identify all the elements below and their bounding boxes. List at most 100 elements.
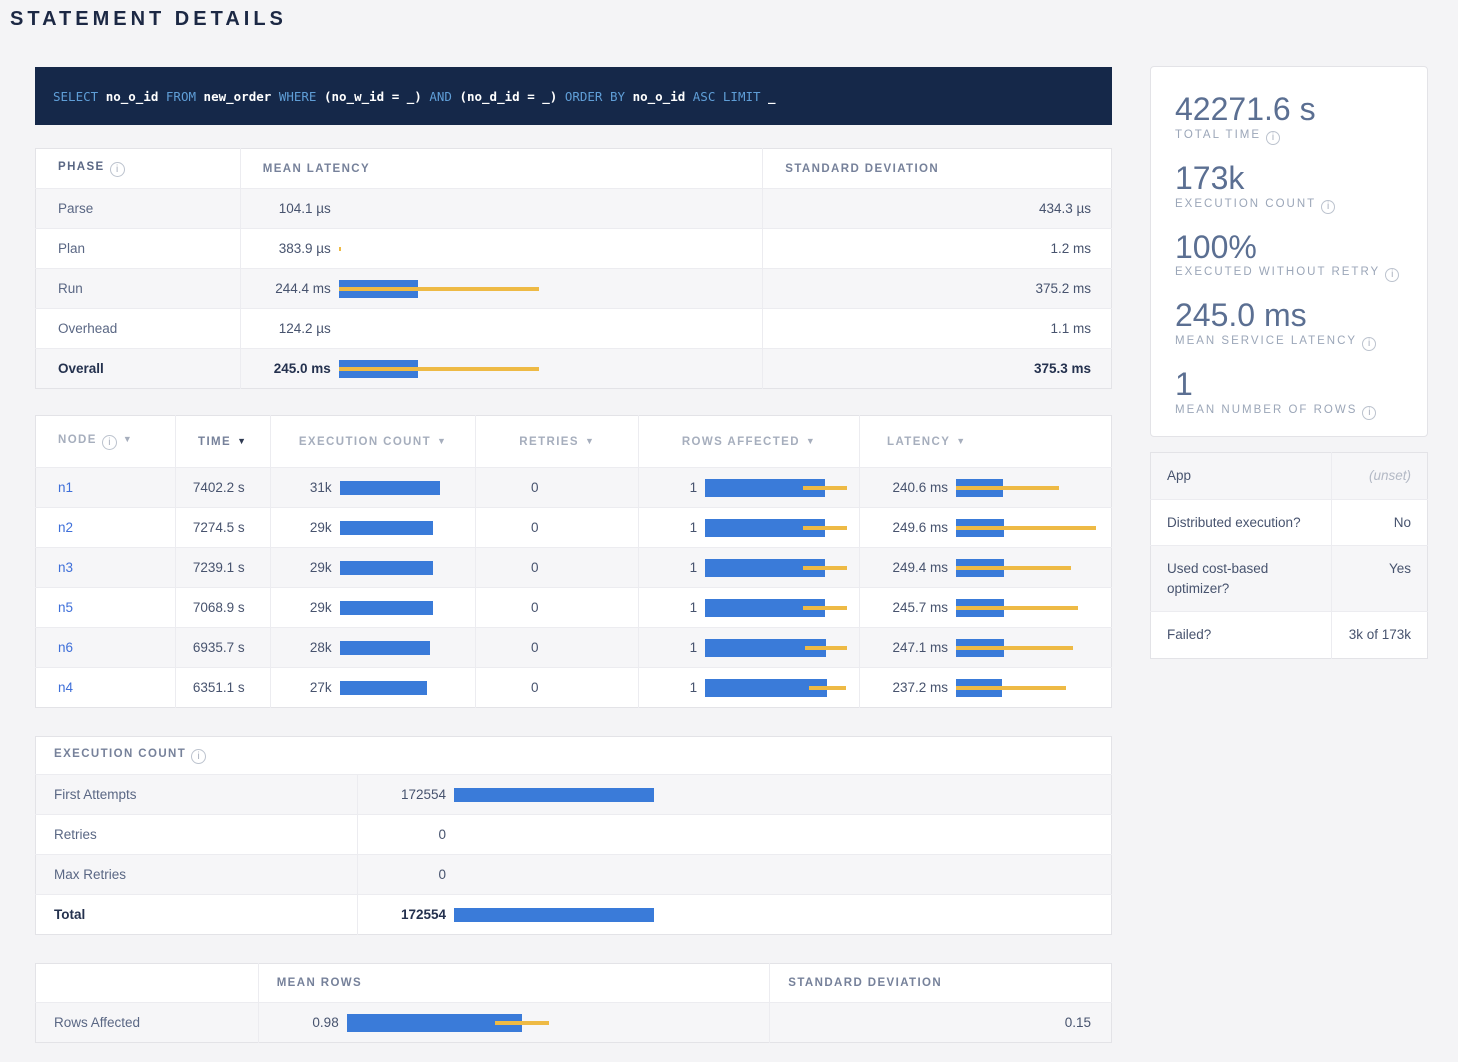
std-dev-value: 375.2 ms: [763, 269, 1112, 309]
page-title: STATEMENT DETAILS: [10, 8, 287, 31]
exec-row: Max Retries 0: [36, 855, 1112, 895]
node-table-header-row: NODEi▼ TIME▼ EXECUTION COUNT▼ RETRIES▼ R…: [36, 416, 1112, 468]
sort-desc-icon[interactable]: ▼: [806, 436, 816, 446]
sort-desc-icon[interactable]: ▼: [437, 436, 447, 446]
node-time: 7068.9 s: [175, 588, 270, 628]
info-icon[interactable]: i: [191, 749, 206, 764]
sort-desc-icon[interactable]: ▼: [956, 436, 966, 446]
phase-name: Overhead: [36, 309, 241, 349]
rows-affected-bar: [705, 559, 848, 577]
detail-row-failed: Failed? 3k of 173k: [1151, 612, 1428, 659]
stat-label: MEAN SERVICE LATENCYi: [1175, 335, 1403, 351]
detail-value: (unset): [1332, 453, 1428, 500]
rows-affected-row: Rows Affected 0.98 0.15: [36, 1003, 1112, 1043]
latency-bar: [956, 679, 1096, 697]
node-link[interactable]: n4: [58, 680, 73, 695]
detail-row-distributed: Distributed execution? No: [1151, 499, 1428, 546]
latency-bar: [339, 360, 539, 378]
node-link[interactable]: n3: [58, 560, 73, 575]
mean-latency-value: 104.1 µs: [263, 201, 331, 216]
exec-count-bar: [340, 521, 440, 535]
rows-affected-bar: [705, 519, 848, 537]
phase-row: Run 244.4 ms 375.2 ms: [36, 269, 1112, 309]
details-card: App (unset) Distributed execution? No Us…: [1150, 452, 1428, 659]
exec-count-column-header[interactable]: EXECUTION COUNT ▼: [270, 416, 476, 468]
info-icon[interactable]: i: [1362, 406, 1376, 420]
info-icon[interactable]: i: [1362, 337, 1376, 351]
rows-affected-label: Rows Affected: [36, 1003, 259, 1043]
phase-column-header: PHASEi: [36, 149, 241, 189]
node-link[interactable]: n2: [58, 520, 73, 535]
node-row: n6 6935.7 s 28k 0 1 247.1 ms: [36, 628, 1112, 668]
info-icon[interactable]: i: [102, 435, 117, 450]
phase-table: PHASEi MEAN LATENCY STANDARD DEVIATION P…: [35, 148, 1112, 389]
exec-count-bar: [340, 601, 440, 615]
node-column-header[interactable]: NODEi▼: [36, 416, 176, 468]
sort-desc-icon[interactable]: ▼: [123, 434, 133, 444]
phase-name: Parse: [36, 189, 241, 229]
node-row: n1 7402.2 s 31k 0 1 240.6 ms: [36, 468, 1112, 508]
stat-mean-number-of-rows: 1 MEAN NUMBER OF ROWSi: [1175, 366, 1403, 420]
exec-count-value: 27k: [287, 680, 332, 695]
exec-count-value: 31k: [287, 480, 332, 495]
exec-count-bar: [340, 561, 440, 575]
node-time: 7402.2 s: [175, 468, 270, 508]
std-dev-value: 0.15: [770, 1003, 1112, 1043]
rows-affected-value: 1: [655, 520, 697, 535]
phase-table-header-row: PHASEi MEAN LATENCY STANDARD DEVIATION: [36, 149, 1112, 189]
node-link[interactable]: n5: [58, 600, 73, 615]
count-bar: [454, 788, 654, 802]
latency-value: 247.1 ms: [876, 640, 948, 655]
detail-row-optimizer: Used cost-based optimizer? Yes: [1151, 546, 1428, 612]
stat-label: EXECUTED WITHOUT RETRYi: [1175, 266, 1403, 282]
stat-value: 42271.6 s: [1175, 91, 1403, 128]
rows-affected-bar: [705, 479, 848, 497]
summary-sidebar: 42271.6 s TOTAL TIMEi 173k EXECUTION COU…: [1150, 66, 1428, 659]
stats-card: 42271.6 s TOTAL TIMEi 173k EXECUTION COU…: [1150, 66, 1428, 437]
stat-label: TOTAL TIMEi: [1175, 129, 1403, 145]
phase-name: Plan: [36, 229, 241, 269]
exec-count-header-label: EXECUTION COUNT: [299, 436, 431, 448]
exec-row-label: Retries: [36, 815, 358, 855]
latency-column-header[interactable]: LATENCY▼: [860, 416, 1112, 468]
phase-row-overall: Overall 245.0 ms 375.3 ms: [36, 349, 1112, 389]
detail-label: App: [1151, 453, 1332, 500]
exec-count-value: 29k: [287, 520, 332, 535]
sql-statement-box: SELECT no_o_id FROM new_order WHERE (no_…: [35, 67, 1112, 125]
retries-column-header[interactable]: RETRIES▼: [476, 416, 639, 468]
sort-desc-icon[interactable]: ▼: [585, 436, 595, 446]
info-icon[interactable]: i: [1266, 131, 1280, 145]
node-row: n4 6351.1 s 27k 0 1 237.2 ms: [36, 668, 1112, 708]
exec-row-label: Max Retries: [36, 855, 358, 895]
exec-row-value: 172554: [366, 787, 446, 802]
stat-label: EXECUTION COUNTi: [1175, 198, 1403, 214]
std-dev-column-header: STANDARD DEVIATION: [763, 149, 1112, 189]
exec-count-bar: [340, 681, 440, 695]
info-icon[interactable]: i: [1321, 200, 1335, 214]
node-row: n5 7068.9 s 29k 0 1 245.7 ms: [36, 588, 1112, 628]
node-link[interactable]: n1: [58, 480, 73, 495]
rows-affected-bar: [705, 679, 848, 697]
exec-row-total: Total 172554: [36, 895, 1112, 935]
latency-value: 249.6 ms: [876, 520, 948, 535]
node-link[interactable]: n6: [58, 640, 73, 655]
latency-value: 249.4 ms: [876, 560, 948, 575]
info-icon[interactable]: i: [1385, 268, 1399, 282]
mean-latency-column-header: MEAN LATENCY: [240, 149, 763, 189]
sort-desc-icon[interactable]: ▼: [237, 436, 247, 446]
latency-value: 245.7 ms: [876, 600, 948, 615]
rows-affected-table: MEAN ROWS STANDARD DEVIATION Rows Affect…: [35, 963, 1112, 1043]
rows-affected-column-header[interactable]: ROWS AFFECTED▼: [639, 416, 860, 468]
exec-count-bar: [340, 481, 440, 495]
stat-execution-count: 173k EXECUTION COUNTi: [1175, 160, 1403, 214]
rows-affected-value: 1: [655, 640, 697, 655]
count-bar: [454, 908, 654, 922]
execution-count-title-label: EXECUTION COUNT: [54, 748, 186, 760]
info-icon[interactable]: i: [110, 162, 125, 177]
time-column-header[interactable]: TIME▼: [175, 416, 270, 468]
latency-bar: [339, 280, 539, 298]
rows-affected-header-row: MEAN ROWS STANDARD DEVIATION: [36, 964, 1112, 1003]
phase-row: Plan 383.9 µs 1.2 ms: [36, 229, 1112, 269]
mean-latency-value: 244.4 ms: [263, 281, 331, 296]
std-dev-value: 375.3 ms: [763, 349, 1112, 389]
